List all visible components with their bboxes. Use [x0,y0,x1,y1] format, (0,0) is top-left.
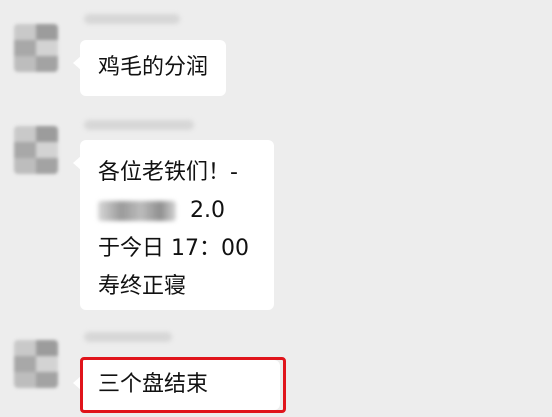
message-bubble-2[interactable]: 各位老铁们！- 2.0 于今日 17：00 寿终正寝 [73,140,274,310]
sender-name-redacted [84,332,172,342]
message-text: 鸡毛的分润 [98,55,209,80]
message-text: 三个盘结束 [98,372,209,397]
sender-name-redacted [84,14,180,24]
message-line-1: 各位老铁们！- [98,160,238,185]
sender-avatar[interactable] [14,126,58,174]
message-bubble-1[interactable]: 鸡毛的分润 [72,40,227,96]
sender-name-redacted [84,120,194,130]
message-line-3: 于今日 17：00 [98,236,249,261]
message-line-4: 寿终正寝 [98,274,187,299]
message-line-2: 2.0 [98,192,256,230]
sender-avatar[interactable] [14,340,58,388]
sender-avatar[interactable] [14,24,58,72]
message-bubble-3[interactable]: 三个盘结束 [73,360,280,410]
redacted-text [98,201,176,221]
